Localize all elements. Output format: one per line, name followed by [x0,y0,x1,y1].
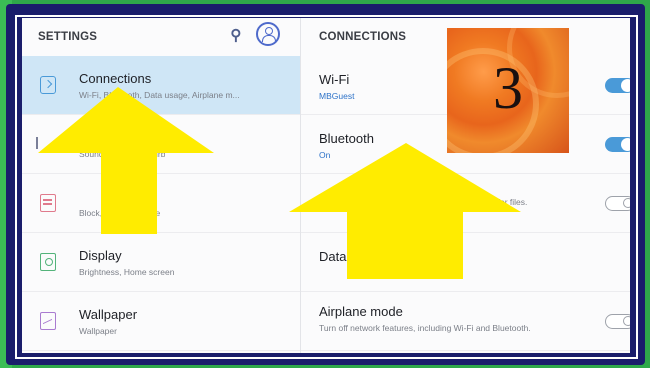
sidebar-item-notifications[interactable]: Block, allow, prioritize [22,174,300,233]
sidebar-item-label: Connections [79,71,152,86]
search-icon[interactable]: ⚲ [227,27,245,45]
sound-icon [36,137,48,149]
airplane-mode-label: Airplane mode [319,304,403,319]
visibility-row[interactable]: Allow other devices to find your tablet … [301,174,630,233]
settings-sidebar: SETTINGS ⚲ Connections Wi-Fi, Bluetooth,… [22,18,301,353]
airplane-mode-row[interactable]: Airplane mode Turn off network features,… [301,292,630,351]
sidebar-item-sounds[interactable]: Sounds, Do not disturb [22,115,300,174]
sidebar-title: SETTINGS [38,31,98,43]
connections-icon [40,76,56,94]
bluetooth-toggle[interactable] [605,137,630,152]
visibility-toggle[interactable] [605,196,630,211]
wifi-toggle[interactable] [605,78,630,93]
airplane-mode-toggle[interactable] [605,314,630,329]
sidebar-item-subtitle: Block, allow, prioritize [79,208,161,218]
sidebar-header: SETTINGS ⚲ [22,18,300,56]
sidebar-item-display[interactable]: Display Brightness, Home screen [22,233,300,292]
sidebar-item-label: Wallpaper [79,307,138,322]
block-icon [40,194,56,212]
data-usage-row[interactable]: Data usage [301,233,630,292]
sidebar-item-subtitle: Sounds, Do not disturb [79,149,166,159]
panel-title: CONNECTIONS [319,31,407,43]
account-icon[interactable] [256,22,280,46]
visibility-description: Allow other devices to find your tablet … [319,197,528,207]
sidebar-item-subtitle: Brightness, Home screen [79,267,175,277]
sidebar-item-wallpaper[interactable]: Wallpaper Wallpaper [22,292,300,351]
step-badge: 3 [447,28,569,153]
wifi-label: Wi-Fi [319,72,350,87]
data-usage-label: Data usage [319,249,386,264]
sidebar-item-connections[interactable]: Connections Wi-Fi, Bluetooth, Data usage… [22,56,300,115]
airplane-mode-description: Turn off network features, including Wi-… [319,323,531,333]
bluetooth-label: Bluetooth [319,131,374,146]
wifi-network: MBGuest [319,91,355,101]
wallpaper-icon [40,312,56,330]
step-number: 3 [493,55,523,121]
sidebar-item-subtitle: Wi-Fi, Bluetooth, Data usage, Airplane m… [79,90,240,100]
sidebar-item-subtitle: Wallpaper [79,326,117,336]
sidebar-item-label: Display [79,248,122,263]
display-icon [40,253,56,271]
bluetooth-status: On [319,150,331,160]
